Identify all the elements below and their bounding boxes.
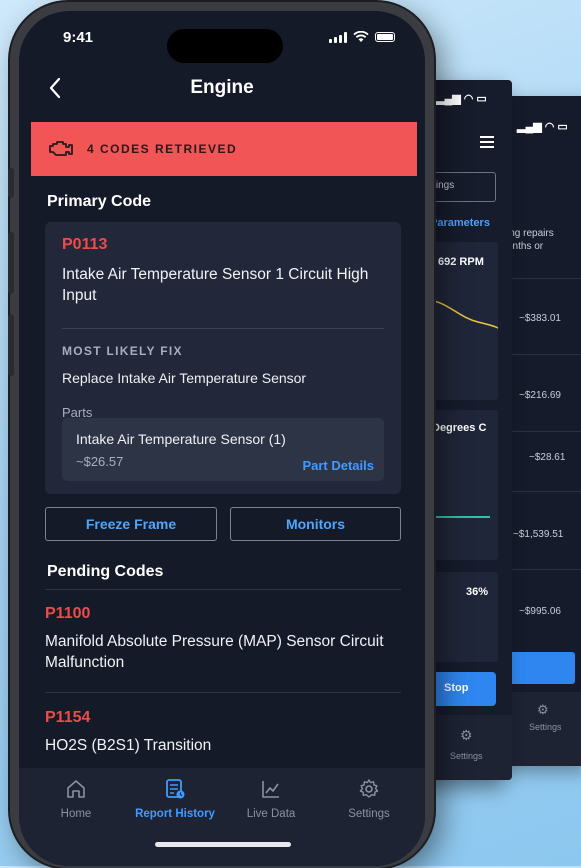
settings-icon[interactable]: ⚙ bbox=[537, 702, 549, 718]
rpm-chart-line bbox=[428, 299, 498, 329]
divider bbox=[505, 491, 581, 492]
pending-code-item[interactable]: P1100 Manifold Absolute Pressure (MAP) S… bbox=[45, 605, 385, 673]
bg3-cost-1: ~$383.01 bbox=[519, 313, 561, 324]
pending-code: P1154 bbox=[45, 709, 91, 726]
part-details-link[interactable]: Part Details bbox=[302, 458, 374, 473]
nav-header: Engine bbox=[19, 71, 425, 105]
bg2-rpm-card: 692 RPM bbox=[428, 242, 498, 400]
tab-home-label: Home bbox=[60, 808, 92, 820]
mute-switch bbox=[8, 168, 14, 198]
most-likely-fix-text: Replace Intake Air Temperature Sensor bbox=[62, 370, 307, 386]
bg2-status: ▂▄▆ ◠ ▭ bbox=[436, 93, 487, 105]
primary-code-card[interactable]: P0113 Intake Air Temperature Sensor 1 Ci… bbox=[45, 222, 401, 494]
status-time: 9:41 bbox=[63, 29, 94, 46]
home-indicator[interactable] bbox=[155, 842, 291, 847]
tab-live-data-label: Live Data bbox=[246, 808, 296, 820]
page-title: Engine bbox=[190, 77, 254, 98]
pending-code-item[interactable]: P1154 HO2S (B2S1) Transition bbox=[45, 709, 385, 756]
part-name: Intake Air Temperature Sensor (1) bbox=[76, 431, 286, 447]
bg2-parameters-tab[interactable]: Parameters bbox=[430, 217, 490, 229]
divider bbox=[505, 569, 581, 570]
bg3-cost-5: ~$995.06 bbox=[519, 606, 561, 617]
tab-home[interactable]: Home bbox=[31, 778, 121, 820]
most-likely-fix-label: MOST LIKELY FIX bbox=[62, 344, 183, 358]
pending-code-description: Manifold Absolute Pressure (MAP) Sensor … bbox=[45, 633, 384, 671]
divider bbox=[505, 278, 581, 279]
bg3-repairs-text-2: onths or bbox=[507, 241, 544, 252]
volume-down-button bbox=[8, 314, 14, 376]
divider bbox=[45, 692, 401, 693]
dynamic-island bbox=[167, 29, 283, 63]
signal-icon bbox=[329, 31, 347, 43]
primary-code-heading: Primary Code bbox=[47, 193, 152, 210]
check-engine-icon bbox=[49, 141, 73, 156]
status-bar: 9:41 bbox=[19, 11, 425, 63]
tab-report-history[interactable]: Report History bbox=[130, 778, 220, 820]
tab-settings-label: Settings bbox=[348, 808, 390, 820]
bg3-primary-button[interactable] bbox=[505, 652, 575, 684]
tab-live-data[interactable]: Live Data bbox=[226, 778, 316, 820]
part-item[interactable]: Intake Air Temperature Sensor (1) ~$26.5… bbox=[62, 418, 384, 481]
stop-label: Stop bbox=[444, 682, 469, 694]
codes-alert-banner: 4 CODES RETRIEVED bbox=[31, 122, 417, 176]
tab-settings[interactable]: Settings bbox=[324, 778, 414, 820]
menu-icon[interactable] bbox=[480, 136, 494, 148]
bg2-temp-label: Degrees C bbox=[432, 422, 487, 434]
tab-report-history-label: Report History bbox=[135, 808, 215, 820]
primary-code-description: Intake Air Temperature Sensor 1 Circuit … bbox=[62, 266, 369, 304]
settings-icon bbox=[359, 779, 379, 798]
divider bbox=[62, 328, 384, 329]
bg2-temp-card: Degrees C bbox=[428, 410, 498, 560]
freeze-frame-button[interactable]: Freeze Frame bbox=[45, 507, 217, 541]
monitors-button[interactable]: Monitors bbox=[230, 507, 401, 541]
codes-retrieved-text: 4 CODES RETRIEVED bbox=[87, 142, 238, 156]
bg3-cost-3: ~$28.61 bbox=[529, 452, 566, 463]
home-icon bbox=[67, 780, 85, 798]
bg2-settings-label: Settings bbox=[450, 751, 483, 761]
bg2-percent-card: 36% bbox=[428, 572, 498, 662]
status-icons bbox=[329, 31, 395, 43]
bg3-cost-4: ~$1,539.51 bbox=[513, 529, 564, 540]
divider bbox=[45, 589, 401, 590]
pending-code: P1100 bbox=[45, 605, 91, 622]
pending-code-description: HO2S (B2S1) Transition bbox=[45, 737, 212, 754]
background-phone-repair-costs: ▂▄▆ ◠ ▭ ing repairs onths or ~$383.01 ~$… bbox=[505, 96, 581, 766]
bg2-percent-value: 36% bbox=[466, 586, 489, 598]
report-history-icon bbox=[166, 779, 185, 799]
temp-chart-line bbox=[428, 516, 490, 518]
bg3-tab-bar: ⚙ Settings bbox=[505, 692, 581, 766]
bottom-tab-bar: Home Report History Live Data Settings bbox=[19, 768, 425, 866]
settings-icon[interactable]: ⚙ bbox=[460, 727, 473, 744]
bg3-cost-2: ~$216.69 bbox=[519, 390, 561, 401]
bg3-repairs-text-1: ing repairs bbox=[507, 228, 554, 239]
live-data-icon bbox=[262, 781, 279, 798]
pending-codes-heading: Pending Codes bbox=[47, 563, 164, 580]
divider bbox=[505, 354, 581, 355]
bg3-status: ▂▄▆ ◠ ▭ bbox=[517, 121, 568, 133]
battery-icon bbox=[375, 32, 395, 42]
bg3-settings-label: Settings bbox=[529, 722, 562, 732]
wifi-icon bbox=[353, 31, 369, 42]
primary-code: P0113 bbox=[62, 236, 108, 253]
part-price: ~$26.57 bbox=[76, 454, 124, 469]
volume-up-button bbox=[8, 232, 14, 294]
app-screen: 9:41 Engine 4 CODES RETRIEVED Primary Co… bbox=[19, 11, 425, 866]
divider bbox=[505, 431, 581, 432]
bg2-rpm-value: 692 RPM bbox=[438, 256, 484, 268]
